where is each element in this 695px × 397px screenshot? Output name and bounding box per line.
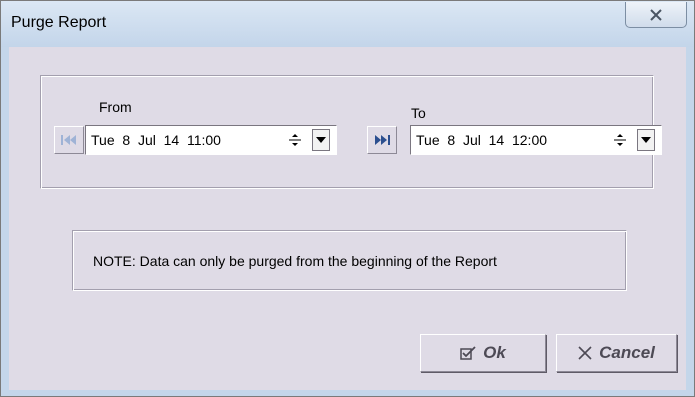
to-label: To bbox=[411, 105, 426, 121]
from-spin-updown-icon[interactable] bbox=[287, 129, 303, 151]
purge-report-dialog: Purge Report From To Tue 8 Jul 14 11:00 bbox=[0, 0, 695, 397]
chevron-down-icon bbox=[641, 137, 651, 143]
skip-to-end-button[interactable] bbox=[367, 126, 397, 154]
dialog-body: From To Tue 8 Jul 14 11:00 Tue 8 Jul 14 … bbox=[9, 47, 686, 390]
from-label: From bbox=[99, 99, 132, 115]
cancel-button[interactable]: Cancel bbox=[556, 334, 677, 372]
note-box: NOTE: Data can only be purged from the b… bbox=[72, 230, 627, 291]
close-icon bbox=[650, 8, 662, 21]
skip-to-end-icon bbox=[375, 135, 390, 145]
note-text: NOTE: Data can only be purged from the b… bbox=[93, 253, 497, 269]
to-datetime-value: Tue 8 Jul 14 12:00 bbox=[416, 132, 548, 148]
to-spin-updown-icon[interactable] bbox=[612, 129, 628, 151]
title-bar[interactable]: Purge Report bbox=[1, 1, 694, 47]
skip-to-start-icon bbox=[61, 135, 76, 145]
close-button[interactable] bbox=[625, 2, 687, 28]
x-icon bbox=[578, 346, 592, 360]
skip-to-start-button[interactable] bbox=[54, 126, 84, 154]
from-datetime-value: Tue 8 Jul 14 11:00 bbox=[91, 132, 221, 148]
from-dropdown-button[interactable] bbox=[312, 129, 330, 151]
chevron-down-icon bbox=[316, 137, 326, 143]
cancel-label: Cancel bbox=[599, 343, 655, 362]
ok-button[interactable]: Ok bbox=[420, 334, 546, 372]
to-dropdown-button[interactable] bbox=[637, 129, 655, 151]
checkbox-check-icon bbox=[460, 346, 476, 360]
ok-label: Ok bbox=[483, 343, 506, 362]
from-datetime-picker[interactable]: Tue 8 Jul 14 11:00 bbox=[85, 125, 337, 155]
to-datetime-picker[interactable]: Tue 8 Jul 14 12:00 bbox=[410, 125, 662, 155]
dialog-title: Purge Report bbox=[11, 14, 107, 31]
